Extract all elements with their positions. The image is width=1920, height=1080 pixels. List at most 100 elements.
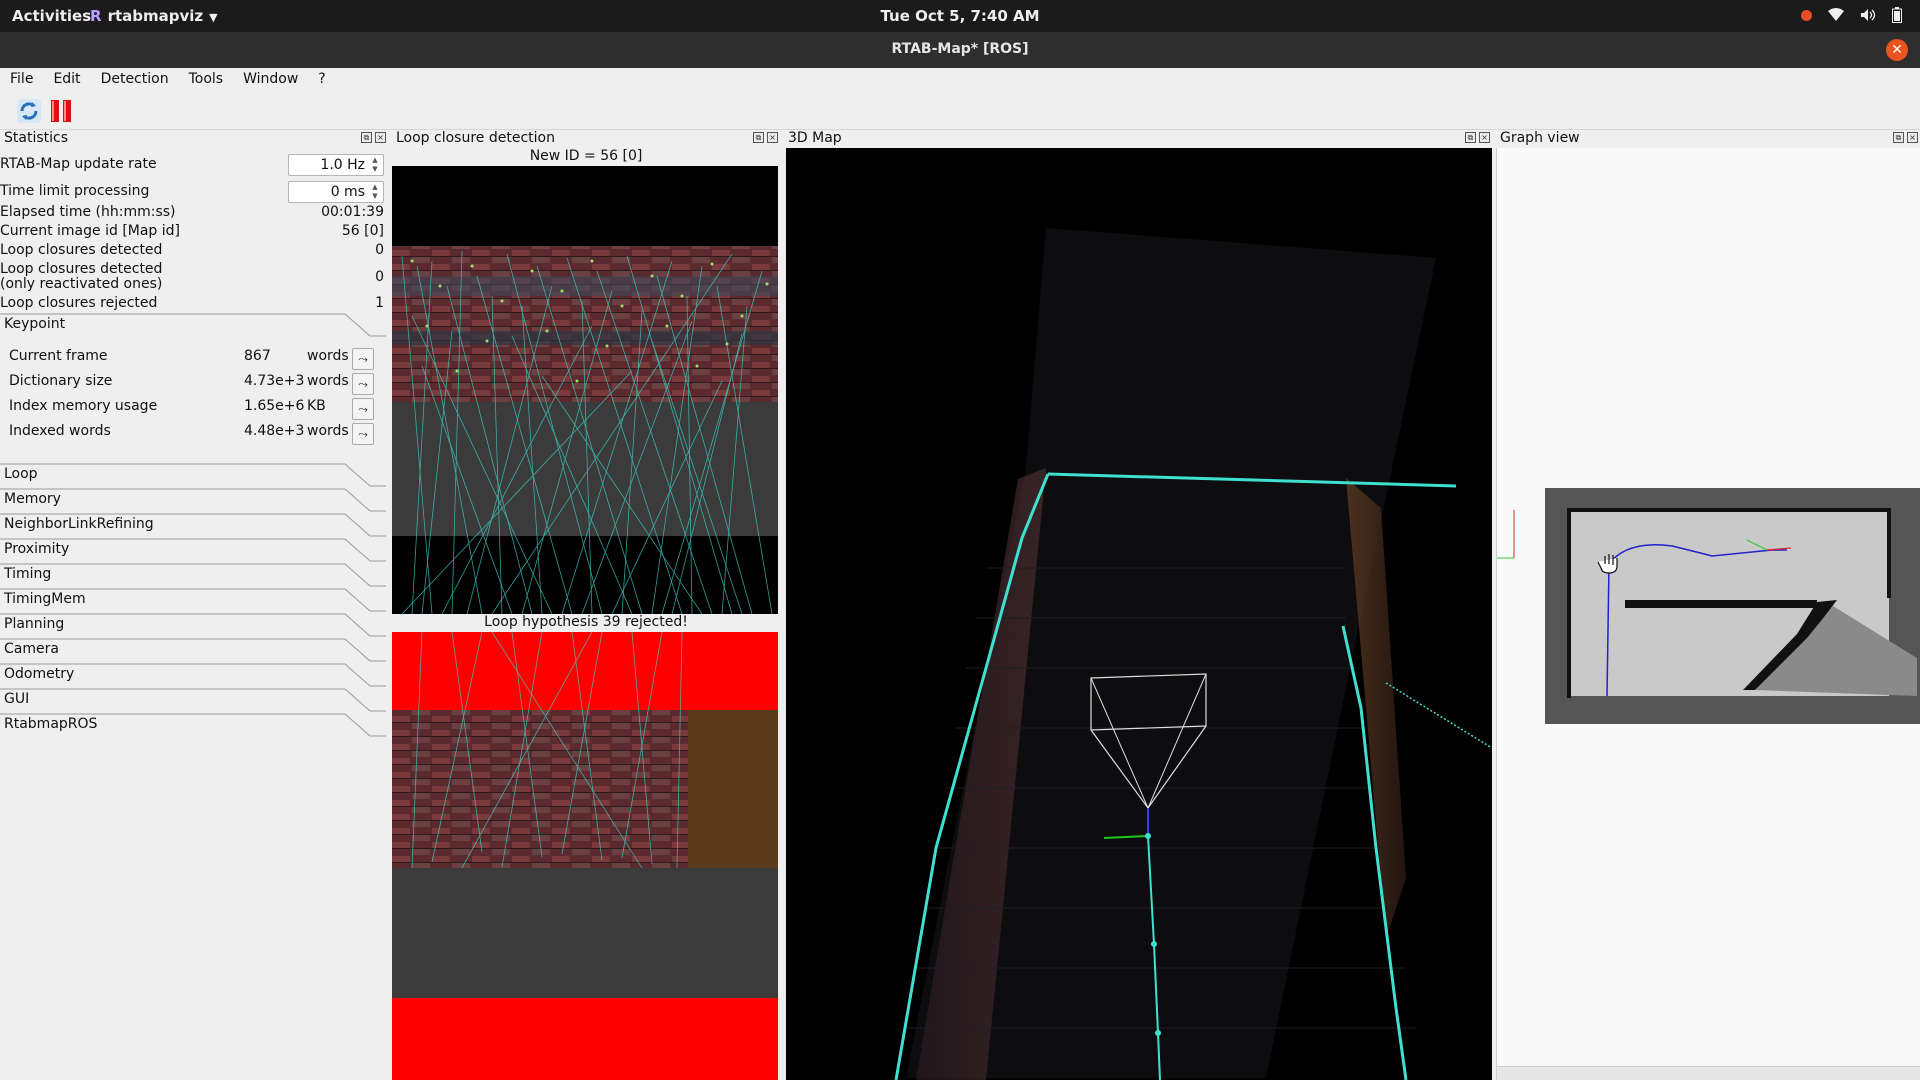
spin-arrows-icon[interactable]: ▲ ▼ xyxy=(368,183,382,201)
elapsed-value: 00:01:39 xyxy=(321,204,384,220)
menu-window[interactable]: Window xyxy=(233,68,308,90)
time-limit-spinbox[interactable]: 0 ms ▲ ▼ xyxy=(288,181,384,203)
activities-button[interactable]: Activities xyxy=(12,7,91,25)
close-icon[interactable]: × xyxy=(1907,132,1918,143)
keypoint-row-label: Dictionary size xyxy=(9,373,113,389)
keypoint-row-value: 1.65e+6 xyxy=(244,398,305,414)
battery-icon xyxy=(1892,7,1902,23)
menu-edit[interactable]: Edit xyxy=(43,68,90,90)
section-timing-mem[interactable]: TimingMem xyxy=(0,588,386,612)
keypoint-row-unit: words xyxy=(307,348,349,364)
plot-icon[interactable]: ⤳ xyxy=(352,398,374,420)
elapsed-row: Elapsed time (hh:mm:ss) 00:01:39 xyxy=(0,204,388,223)
loop-image-view[interactable] xyxy=(392,632,778,1080)
window-title-bar[interactable]: RTAB-Map* [ROS] ✕ xyxy=(0,32,1920,68)
chevron-down-icon: ▼ xyxy=(209,11,218,24)
update-rate-label: RTAB-Map update rate xyxy=(0,156,157,172)
clock[interactable]: Tue Oct 5, 7:40 AM xyxy=(0,7,1920,25)
image-id-label: Current image id [Map id] xyxy=(0,223,181,239)
plot-icon[interactable]: ⤳ xyxy=(352,348,374,370)
section-loop[interactable]: Loop xyxy=(0,463,386,487)
loop-closure-dock-title[interactable]: Loop closure detection ⧉ × xyxy=(392,130,780,148)
app-menu[interactable]: Rrtabmapviz ▼ xyxy=(90,7,218,25)
keypoint-row-value: 867 xyxy=(244,348,271,364)
rejected-loop-image xyxy=(392,632,778,1080)
window-close-button[interactable]: ✕ xyxy=(1886,39,1908,61)
section-memory[interactable]: Memory xyxy=(0,488,386,512)
section-odometry[interactable]: Odometry xyxy=(0,663,386,687)
volume-icon xyxy=(1861,9,1876,21)
keypoint-row: Index memory usage 1.65e+6 KB ⤳ xyxy=(0,396,388,420)
float-icon[interactable]: ⧉ xyxy=(753,132,764,143)
keypoint-row-label: Current frame xyxy=(9,348,108,364)
loop-rejected-row: Loop closures rejected 1 xyxy=(0,295,388,314)
keypoint-row-value: 4.48e+3 xyxy=(244,423,305,439)
plot-icon[interactable]: ⤳ xyxy=(352,373,374,395)
app-icon: R xyxy=(90,7,102,25)
keypoint-row-unit: words xyxy=(307,373,349,389)
graph-view[interactable] xyxy=(1496,148,1920,1080)
close-icon[interactable]: × xyxy=(1479,132,1490,143)
image-id-row: Current image id [Map id] 56 [0] xyxy=(0,223,388,242)
plot-icon[interactable]: ⤳ xyxy=(352,423,374,445)
close-icon[interactable]: × xyxy=(767,132,778,143)
update-rate-row: RTAB-Map update rate 1.0 Hz ▲ ▼ xyxy=(0,152,388,176)
menu-help[interactable]: ? xyxy=(308,68,335,90)
float-icon[interactable]: ⧉ xyxy=(361,132,372,143)
section-rtabmap-ros[interactable]: RtabmapROS xyxy=(0,713,386,737)
menu-file[interactable]: File xyxy=(0,68,43,90)
loop-detected-label: Loop closures detected xyxy=(0,242,163,258)
menu-detection[interactable]: Detection xyxy=(91,68,179,90)
keypoint-row-unit: KB xyxy=(307,398,326,414)
system-top-bar: Activities Rrtabmapviz ▼ Tue Oct 5, 7:40 … xyxy=(0,0,1920,32)
keypoint-row-label: Index memory usage xyxy=(9,398,158,414)
new-image-view[interactable] xyxy=(392,166,778,614)
recording-indicator-icon xyxy=(1801,9,1812,21)
window-title: RTAB-Map* [ROS] xyxy=(891,41,1029,57)
loop-detected-value: 0 xyxy=(375,242,384,258)
map3d-title: 3D Map xyxy=(788,130,842,146)
section-keypoint-label: Keypoint xyxy=(4,316,66,332)
float-icon[interactable]: ⧉ xyxy=(1465,132,1476,143)
loop-reactivated-label-2: (only reactivated ones) xyxy=(0,276,163,292)
loop-reactivated-label: Loop closures detected xyxy=(0,261,163,277)
wifi-icon xyxy=(1828,8,1844,21)
loop-closure-title: Loop closure detection xyxy=(396,130,555,146)
horizontal-scrollbar[interactable] xyxy=(1497,1066,1920,1080)
statistics-dock-title[interactable]: Statistics ⧉ × xyxy=(0,130,388,148)
loop-rejected-value: 1 xyxy=(375,295,384,311)
refresh-icon[interactable] xyxy=(16,98,42,124)
section-gui[interactable]: GUI xyxy=(0,688,386,712)
pause-icon[interactable] xyxy=(48,98,74,124)
close-icon[interactable]: × xyxy=(375,132,386,143)
section-proximity[interactable]: Proximity xyxy=(0,538,386,562)
section-camera[interactable]: Camera xyxy=(0,638,386,662)
point-cloud-render xyxy=(894,228,1492,1080)
menu-bar: File Edit Detection Tools Window ? xyxy=(0,68,1920,90)
statistics-panel: RTAB-Map update rate 1.0 Hz ▲ ▼ Time limi… xyxy=(0,148,392,1080)
loop-rejected-label: Loop closures rejected xyxy=(0,295,158,311)
graph-view-title: Graph view xyxy=(1500,130,1580,146)
graph-view-dock-title[interactable]: Graph view ⧉ × xyxy=(1496,130,1920,148)
section-timing[interactable]: Timing xyxy=(0,563,386,587)
map3d-dock-title[interactable]: 3D Map ⧉ × xyxy=(784,130,1492,148)
keypoint-row-unit: words xyxy=(307,423,349,439)
section-planning[interactable]: Planning xyxy=(0,613,386,637)
keypoint-row: Indexed words 4.48e+3 words ⤳ xyxy=(0,421,388,445)
tool-bar xyxy=(0,90,1920,130)
time-limit-label: Time limit processing xyxy=(0,183,150,199)
time-limit-value: 0 ms xyxy=(330,184,365,200)
float-icon[interactable]: ⧉ xyxy=(1893,132,1904,143)
system-tray[interactable] xyxy=(1801,7,1902,23)
keypoint-row-value: 4.73e+3 xyxy=(244,373,305,389)
menu-tools[interactable]: Tools xyxy=(179,68,234,90)
loop-detected-row: Loop closures detected 0 xyxy=(0,242,388,261)
app-name: rtabmapviz xyxy=(107,7,204,25)
map3d-view[interactable] xyxy=(786,148,1492,1080)
section-keypoint[interactable]: Keypoint xyxy=(0,313,386,337)
statistics-title: Statistics xyxy=(4,130,68,146)
section-neighbor-link-refining[interactable]: NeighborLinkRefining xyxy=(0,513,386,537)
graph-map-render xyxy=(1497,488,1920,724)
spin-arrows-icon[interactable]: ▲ ▼ xyxy=(368,156,382,174)
update-rate-spinbox[interactable]: 1.0 Hz ▲ ▼ xyxy=(288,154,384,176)
